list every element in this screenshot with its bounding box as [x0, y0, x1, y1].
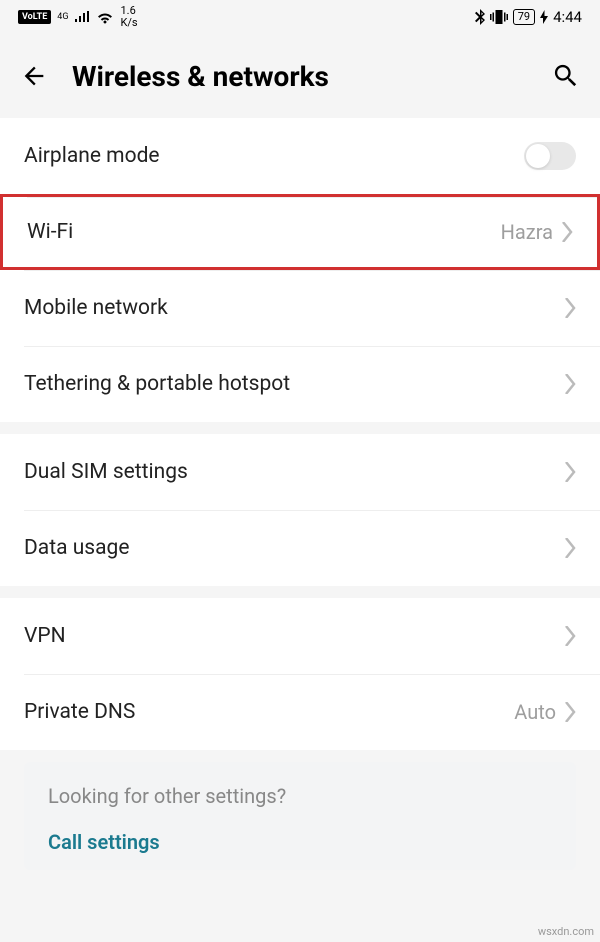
vibrate-icon — [490, 10, 508, 24]
row-label: Airplane mode — [24, 144, 524, 168]
chevron-right-icon — [564, 462, 576, 482]
chevron-right-icon — [561, 222, 573, 242]
row-label: Dual SIM settings — [24, 460, 564, 484]
more-settings-card: Looking for other settings? Call setting… — [24, 762, 576, 870]
status-left: VoLTE 4G 1.6 K/s — [18, 5, 138, 29]
chevron-right-icon — [564, 374, 576, 394]
row-value: Auto — [514, 700, 556, 724]
row-label: Mobile network — [24, 296, 564, 320]
call-settings-link[interactable]: Call settings — [48, 830, 552, 854]
mobile-network-row[interactable]: Mobile network — [0, 270, 600, 346]
status-right: 79 4:44 — [475, 8, 582, 26]
toggle-knob — [526, 144, 550, 168]
vpn-row[interactable]: VPN — [0, 598, 600, 674]
more-settings-prompt: Looking for other settings? — [48, 784, 552, 808]
status-bar: VoLTE 4G 1.6 K/s 79 4:44 — [0, 0, 600, 34]
volte-badge: VoLTE — [18, 10, 51, 24]
row-label: Data usage — [24, 536, 564, 560]
row-label: Tethering & portable hotspot — [24, 372, 564, 396]
tethering-row[interactable]: Tethering & portable hotspot — [0, 346, 600, 422]
wifi-icon — [96, 10, 114, 24]
back-arrow-icon[interactable] — [20, 62, 48, 90]
clock-time: 4:44 — [553, 8, 582, 26]
chevron-right-icon — [564, 702, 576, 722]
search-icon[interactable] — [552, 62, 580, 90]
data-speed: 1.6 K/s — [120, 5, 137, 29]
chevron-right-icon — [564, 626, 576, 646]
private-dns-row[interactable]: Private DNS Auto — [0, 674, 600, 750]
row-label: Wi-Fi — [27, 220, 501, 244]
row-label: Private DNS — [24, 700, 514, 724]
data-usage-row[interactable]: Data usage — [0, 510, 600, 586]
row-value: Hazra — [501, 220, 553, 244]
page-title: Wireless & networks — [72, 60, 528, 93]
bluetooth-icon — [475, 9, 485, 25]
network-type: 4G — [57, 13, 68, 22]
airplane-mode-row[interactable]: Airplane mode — [0, 118, 600, 194]
watermark: wsxdn.com — [538, 925, 594, 938]
airplane-mode-toggle[interactable] — [524, 142, 576, 170]
signal-icon — [74, 11, 90, 23]
page-header: Wireless & networks — [0, 34, 600, 118]
settings-section: VPN Private DNS Auto — [0, 598, 600, 750]
wifi-row[interactable]: Wi-Fi Hazra — [0, 194, 600, 270]
chevron-right-icon — [564, 298, 576, 318]
settings-section: Dual SIM settings Data usage — [0, 434, 600, 586]
settings-section: Airplane mode Wi-Fi Hazra Mobile network… — [0, 118, 600, 422]
chevron-right-icon — [564, 538, 576, 558]
row-label: VPN — [24, 624, 564, 648]
charging-icon — [540, 10, 548, 24]
dual-sim-row[interactable]: Dual SIM settings — [0, 434, 600, 510]
battery-indicator: 79 — [513, 9, 535, 25]
